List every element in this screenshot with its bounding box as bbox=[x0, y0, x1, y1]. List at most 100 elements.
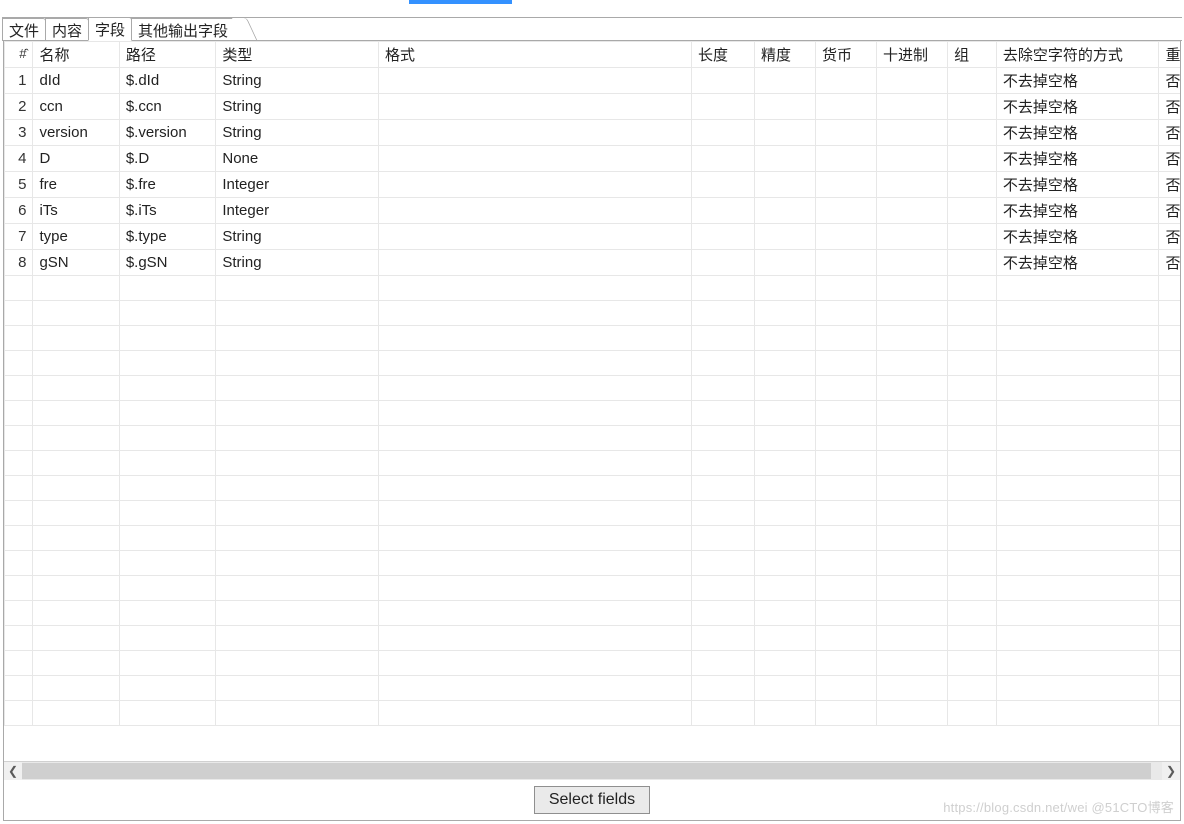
cell-empty[interactable] bbox=[996, 476, 1159, 501]
cell-empty[interactable] bbox=[33, 451, 119, 476]
cell-empty[interactable] bbox=[378, 526, 691, 551]
cell-empty[interactable] bbox=[216, 451, 379, 476]
cell-precision[interactable] bbox=[755, 94, 816, 120]
cell-empty[interactable] bbox=[33, 376, 119, 401]
cell-empty[interactable] bbox=[948, 426, 997, 451]
cell-empty[interactable] bbox=[1159, 351, 1180, 376]
cell-empty[interactable] bbox=[996, 701, 1159, 726]
cell-empty[interactable] bbox=[948, 676, 997, 701]
cell-empty[interactable] bbox=[876, 526, 947, 551]
cell-trim[interactable]: 不去掉空格 bbox=[996, 68, 1159, 94]
table-row-empty[interactable] bbox=[5, 476, 1181, 501]
cell-empty[interactable] bbox=[378, 501, 691, 526]
cell-empty[interactable] bbox=[948, 451, 997, 476]
cell-empty[interactable] bbox=[119, 326, 216, 351]
cell-empty[interactable] bbox=[948, 701, 997, 726]
cell-repeat[interactable]: 否 bbox=[1159, 120, 1180, 146]
cell-empty[interactable] bbox=[216, 376, 379, 401]
cell-group[interactable] bbox=[948, 120, 997, 146]
cell-type[interactable]: Integer bbox=[216, 172, 379, 198]
cell-empty[interactable] bbox=[948, 401, 997, 426]
cell-empty[interactable] bbox=[216, 551, 379, 576]
table-header-row[interactable]: #̂ 名称 路径 类型 格式 长度 精度 货币 十进制 组 去除空字符的方式 重 bbox=[5, 42, 1181, 68]
cell-empty[interactable] bbox=[692, 451, 755, 476]
cell-empty[interactable] bbox=[1159, 676, 1180, 701]
cell-empty[interactable] bbox=[5, 526, 33, 551]
cell-empty[interactable] bbox=[815, 301, 876, 326]
cell-name[interactable]: dId bbox=[33, 68, 119, 94]
cell-empty[interactable] bbox=[119, 701, 216, 726]
cell-empty[interactable] bbox=[216, 501, 379, 526]
cell-empty[interactable] bbox=[755, 551, 816, 576]
cell-path[interactable]: $.ccn bbox=[119, 94, 216, 120]
cell-empty[interactable] bbox=[948, 276, 997, 301]
cell-type[interactable]: String bbox=[216, 120, 379, 146]
cell-empty[interactable] bbox=[1159, 276, 1180, 301]
cell-empty[interactable] bbox=[216, 426, 379, 451]
cell-empty[interactable] bbox=[119, 301, 216, 326]
cell-empty[interactable] bbox=[948, 576, 997, 601]
table-row[interactable]: 7type$.typeString不去掉空格否 bbox=[5, 224, 1181, 250]
cell-empty[interactable] bbox=[1159, 601, 1180, 626]
cell-empty[interactable] bbox=[119, 451, 216, 476]
cell-empty[interactable] bbox=[948, 526, 997, 551]
cell-empty[interactable] bbox=[948, 626, 997, 651]
cell-empty[interactable] bbox=[1159, 426, 1180, 451]
cell-empty[interactable] bbox=[755, 476, 816, 501]
cell-empty[interactable] bbox=[33, 501, 119, 526]
cell-type[interactable]: String bbox=[216, 68, 379, 94]
cell-name[interactable]: gSN bbox=[33, 250, 119, 276]
cell-empty[interactable] bbox=[996, 601, 1159, 626]
cell-empty[interactable] bbox=[692, 326, 755, 351]
cell-empty[interactable] bbox=[996, 401, 1159, 426]
cell-empty[interactable] bbox=[119, 601, 216, 626]
cell-empty[interactable] bbox=[33, 626, 119, 651]
cell-empty[interactable] bbox=[876, 426, 947, 451]
cell-empty[interactable] bbox=[692, 476, 755, 501]
cell-empty[interactable] bbox=[876, 551, 947, 576]
table-row-empty[interactable] bbox=[5, 701, 1181, 726]
cell-empty[interactable] bbox=[5, 676, 33, 701]
cell-empty[interactable] bbox=[755, 651, 816, 676]
cell-empty[interactable] bbox=[996, 526, 1159, 551]
cell-empty[interactable] bbox=[996, 376, 1159, 401]
cell-empty[interactable] bbox=[5, 626, 33, 651]
cell-empty[interactable] bbox=[692, 426, 755, 451]
cell-empty[interactable] bbox=[1159, 476, 1180, 501]
cell-type[interactable]: String bbox=[216, 224, 379, 250]
cell-empty[interactable] bbox=[876, 576, 947, 601]
cell-name[interactable]: type bbox=[33, 224, 119, 250]
cell-empty[interactable] bbox=[815, 426, 876, 451]
cell-trim[interactable]: 不去掉空格 bbox=[996, 172, 1159, 198]
cell-empty[interactable] bbox=[33, 651, 119, 676]
cell-path[interactable]: $.D bbox=[119, 146, 216, 172]
col-currency[interactable]: 货币 bbox=[815, 42, 876, 68]
cell-empty[interactable] bbox=[692, 376, 755, 401]
cell-empty[interactable] bbox=[815, 526, 876, 551]
cell-length[interactable] bbox=[692, 198, 755, 224]
cell-length[interactable] bbox=[692, 172, 755, 198]
cell-length[interactable] bbox=[692, 250, 755, 276]
table-row-empty[interactable] bbox=[5, 451, 1181, 476]
cell-precision[interactable] bbox=[755, 68, 816, 94]
table-row-empty[interactable] bbox=[5, 501, 1181, 526]
cell-empty[interactable] bbox=[378, 601, 691, 626]
cell-empty[interactable] bbox=[815, 476, 876, 501]
cell-decimal[interactable] bbox=[876, 224, 947, 250]
cell-empty[interactable] bbox=[876, 451, 947, 476]
cell-empty[interactable] bbox=[755, 526, 816, 551]
cell-empty[interactable] bbox=[876, 651, 947, 676]
cell-idx[interactable]: 3 bbox=[5, 120, 33, 146]
table-row-empty[interactable] bbox=[5, 526, 1181, 551]
cell-precision[interactable] bbox=[755, 120, 816, 146]
cell-empty[interactable] bbox=[33, 701, 119, 726]
table-row-empty[interactable] bbox=[5, 551, 1181, 576]
cell-empty[interactable] bbox=[755, 501, 816, 526]
cell-empty[interactable] bbox=[5, 451, 33, 476]
cell-empty[interactable] bbox=[876, 626, 947, 651]
table-row[interactable]: 8gSN$.gSNString不去掉空格否 bbox=[5, 250, 1181, 276]
cell-empty[interactable] bbox=[996, 501, 1159, 526]
cell-empty[interactable] bbox=[378, 476, 691, 501]
col-precision[interactable]: 精度 bbox=[755, 42, 816, 68]
cell-empty[interactable] bbox=[216, 401, 379, 426]
